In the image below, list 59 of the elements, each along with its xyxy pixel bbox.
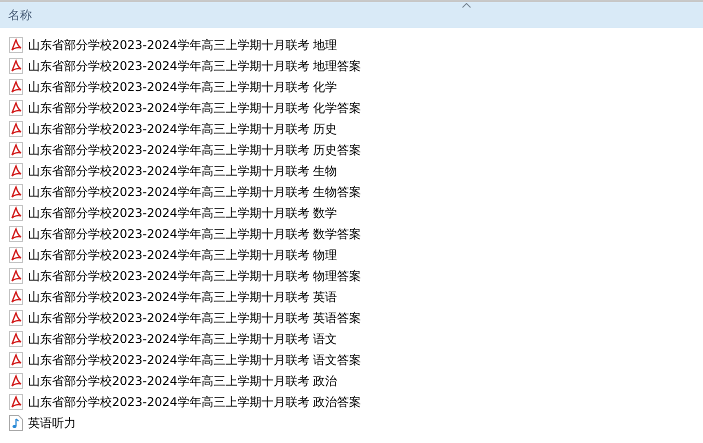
file-row[interactable]: 山东省部分学校2023-2024学年高三上学期十月联考 地理答案 xyxy=(0,55,366,76)
pdf-file-icon xyxy=(9,100,23,116)
file-row[interactable]: 山东省部分学校2023-2024学年高三上学期十月联考 历史 xyxy=(0,118,342,139)
pdf-file-icon xyxy=(9,352,23,368)
file-name: 山东省部分学校2023-2024学年高三上学期十月联考 地理 xyxy=(28,36,338,54)
audio-file-icon xyxy=(9,414,23,430)
file-name: 山东省部分学校2023-2024学年高三上学期十月联考 英语答案 xyxy=(28,310,362,326)
file-row[interactable]: 山东省部分学校2023-2024学年高三上学期十月联考 数学 xyxy=(0,202,342,223)
file-name: 山东省部分学校2023-2024学年高三上学期十月联考 数学 xyxy=(28,204,338,222)
file-row[interactable]: 山东省部分学校2023-2024学年高三上学期十月联考 英语答案 xyxy=(0,307,366,328)
file-name: 山东省部分学校2023-2024学年高三上学期十月联考 数学答案 xyxy=(28,226,362,242)
pdf-file-icon xyxy=(9,394,23,410)
pdf-file-icon xyxy=(9,184,23,200)
pdf-file-icon xyxy=(9,162,23,178)
pdf-file-icon xyxy=(9,204,23,220)
file-row[interactable]: 山东省部分学校2023-2024学年高三上学期十月联考 生物答案 xyxy=(0,181,366,202)
file-name: 山东省部分学校2023-2024学年高三上学期十月联考 政治答案 xyxy=(28,394,362,410)
column-title: 名称 xyxy=(8,7,32,24)
file-row[interactable]: 山东省部分学校2023-2024学年高三上学期十月联考 政治答案 xyxy=(0,391,366,412)
file-name: 山东省部分学校2023-2024学年高三上学期十月联考 生物答案 xyxy=(28,184,362,200)
file-row[interactable]: 山东省部分学校2023-2024学年高三上学期十月联考 英语 xyxy=(0,286,342,307)
pdf-file-icon xyxy=(9,78,23,94)
pdf-file-icon xyxy=(9,120,23,136)
file-name: 山东省部分学校2023-2024学年高三上学期十月联考 物理答案 xyxy=(28,268,362,284)
file-row[interactable]: 山东省部分学校2023-2024学年高三上学期十月联考 化学 xyxy=(0,76,342,97)
file-row[interactable]: 英语听力 xyxy=(0,412,80,433)
pdf-file-icon xyxy=(9,310,23,326)
file-name: 山东省部分学校2023-2024学年高三上学期十月联考 化学 xyxy=(28,78,338,96)
pdf-file-icon xyxy=(9,246,23,262)
file-name: 山东省部分学校2023-2024学年高三上学期十月联考 语文 xyxy=(28,330,338,348)
file-row[interactable]: 山东省部分学校2023-2024学年高三上学期十月联考 历史答案 xyxy=(0,139,366,160)
file-row[interactable]: 山东省部分学校2023-2024学年高三上学期十月联考 物理 xyxy=(0,244,342,265)
file-name: 山东省部分学校2023-2024学年高三上学期十月联考 政治 xyxy=(28,372,338,390)
pdf-file-icon xyxy=(9,36,23,52)
file-name: 英语听力 xyxy=(28,414,76,432)
file-name: 山东省部分学校2023-2024学年高三上学期十月联考 英语 xyxy=(28,288,338,306)
file-name: 山东省部分学校2023-2024学年高三上学期十月联考 地理答案 xyxy=(28,58,362,74)
file-name: 山东省部分学校2023-2024学年高三上学期十月联考 历史答案 xyxy=(28,142,362,158)
pdf-file-icon xyxy=(9,226,23,242)
pdf-file-icon xyxy=(9,58,23,74)
file-name: 山东省部分学校2023-2024学年高三上学期十月联考 语文答案 xyxy=(28,352,362,368)
file-name: 山东省部分学校2023-2024学年高三上学期十月联考 物理 xyxy=(28,246,338,264)
column-header[interactable]: 名称 xyxy=(0,0,703,28)
pdf-file-icon xyxy=(9,288,23,304)
pdf-file-icon xyxy=(9,330,23,346)
file-row[interactable]: 山东省部分学校2023-2024学年高三上学期十月联考 化学答案 xyxy=(0,97,366,118)
pdf-file-icon xyxy=(9,372,23,388)
file-row[interactable]: 山东省部分学校2023-2024学年高三上学期十月联考 语文答案 xyxy=(0,349,366,370)
file-row[interactable]: 山东省部分学校2023-2024学年高三上学期十月联考 物理答案 xyxy=(0,265,366,286)
file-row[interactable]: 山东省部分学校2023-2024学年高三上学期十月联考 生物 xyxy=(0,160,342,181)
pdf-file-icon xyxy=(9,268,23,284)
file-name: 山东省部分学校2023-2024学年高三上学期十月联考 历史 xyxy=(28,120,338,138)
file-name: 山东省部分学校2023-2024学年高三上学期十月联考 化学答案 xyxy=(28,100,362,116)
pdf-file-icon xyxy=(9,142,23,158)
file-row[interactable]: 山东省部分学校2023-2024学年高三上学期十月联考 数学答案 xyxy=(0,223,366,244)
file-row[interactable]: 山东省部分学校2023-2024学年高三上学期十月联考 地理 xyxy=(0,34,342,55)
file-name: 山东省部分学校2023-2024学年高三上学期十月联考 生物 xyxy=(28,162,338,180)
file-row[interactable]: 山东省部分学校2023-2024学年高三上学期十月联考 语文 xyxy=(0,328,342,349)
file-row[interactable]: 山东省部分学校2023-2024学年高三上学期十月联考 政治 xyxy=(0,370,342,391)
